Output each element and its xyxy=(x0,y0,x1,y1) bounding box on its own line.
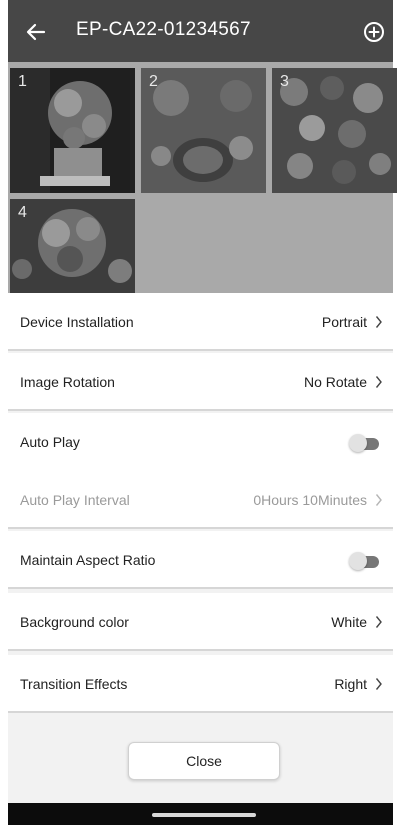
setting-value: No Rotate xyxy=(303,374,367,390)
setting-label: Background color xyxy=(20,614,129,630)
setting-label: Device Installation xyxy=(20,314,134,330)
setting-label: Auto Play xyxy=(20,434,80,450)
setting-transition-effects[interactable]: Transition Effects Right xyxy=(8,655,393,713)
image-thumbnail[interactable]: 3 xyxy=(272,68,397,193)
setting-image-rotation[interactable]: Image Rotation No Rotate xyxy=(8,353,393,411)
setting-label: Auto Play Interval xyxy=(20,492,130,508)
image-number: 4 xyxy=(18,204,27,221)
toggle-knob xyxy=(349,552,367,570)
chevron-right-icon xyxy=(375,616,382,628)
system-navigation-bar xyxy=(8,803,393,825)
auto-play-toggle[interactable] xyxy=(349,434,379,452)
image-thumbnail[interactable]: 4 xyxy=(10,199,135,293)
arrow-left-icon[interactable] xyxy=(22,18,50,46)
app-screen: EP-CA22-01234567 1 2 3 4 Device Installa… xyxy=(8,0,397,825)
image-grid: 1 2 3 4 xyxy=(8,62,397,293)
setting-value: Right xyxy=(334,676,367,692)
photo-bouquet xyxy=(10,199,135,293)
image-thumbnail[interactable]: 1 xyxy=(10,68,135,193)
image-number: 1 xyxy=(18,73,27,90)
image-thumbnail[interactable]: 2 xyxy=(141,68,266,193)
chevron-right-icon xyxy=(375,316,382,328)
setting-label: Image Rotation xyxy=(20,374,115,390)
aspect-ratio-toggle[interactable] xyxy=(349,552,379,570)
page-title: EP-CA22-01234567 xyxy=(76,19,251,40)
chevron-right-icon xyxy=(375,376,382,388)
top-app-bar: EP-CA22-01234567 xyxy=(8,0,393,62)
setting-value: White xyxy=(331,614,367,630)
toggle-knob xyxy=(349,434,367,452)
setting-maintain-aspect-ratio: Maintain Aspect Ratio xyxy=(8,531,393,589)
close-button[interactable]: Close xyxy=(128,742,280,780)
setting-device-installation[interactable]: Device Installation Portrait xyxy=(8,293,393,351)
setting-value: 0Hours 10Minutes xyxy=(253,492,367,508)
setting-label: Maintain Aspect Ratio xyxy=(20,552,156,568)
setting-auto-play-interval: Auto Play Interval 0Hours 10Minutes xyxy=(8,471,393,529)
image-number: 3 xyxy=(280,73,289,90)
setting-label: Transition Effects xyxy=(20,676,128,692)
chevron-right-icon xyxy=(375,678,382,690)
photo-flowers-vase xyxy=(10,68,135,193)
setting-auto-play: Auto Play xyxy=(8,413,393,471)
image-number: 2 xyxy=(149,73,158,90)
setting-value: Portrait xyxy=(321,314,367,330)
photo-vegetables xyxy=(272,68,397,193)
plus-circle-icon[interactable] xyxy=(362,20,386,44)
photo-food-plate xyxy=(141,68,266,193)
setting-background-color[interactable]: Background color White xyxy=(8,593,393,651)
home-indicator[interactable] xyxy=(152,813,256,817)
chevron-right-icon xyxy=(375,494,382,506)
